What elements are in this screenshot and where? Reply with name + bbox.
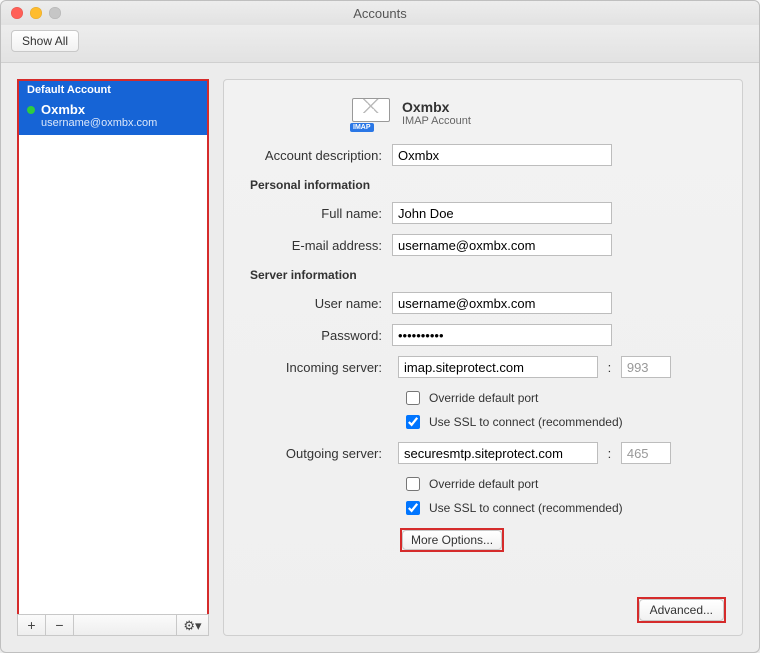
outgoing-options: Override default port Use SSL to connect…: [402, 474, 724, 518]
incoming-ssl-checkbox[interactable]: [406, 415, 420, 429]
port-separator: :: [604, 446, 615, 461]
account-title: Oxmbx: [402, 99, 471, 115]
port-separator: :: [604, 360, 615, 375]
plus-icon: +: [27, 617, 35, 633]
remove-account-button[interactable]: −: [46, 615, 74, 635]
incoming-use-ssl[interactable]: Use SSL to connect (recommended): [402, 412, 724, 432]
description-input[interactable]: [392, 144, 612, 166]
outgoing-port-input: [621, 442, 671, 464]
incoming-override-checkbox[interactable]: [406, 391, 420, 405]
imap-envelope-icon: IMAP: [352, 98, 390, 128]
add-account-button[interactable]: +: [18, 615, 46, 635]
advanced-button[interactable]: Advanced...: [639, 599, 724, 621]
outgoing-ssl-checkbox[interactable]: [406, 501, 420, 515]
full-name-input[interactable]: [392, 202, 612, 224]
incoming-server-input[interactable]: [398, 356, 598, 378]
content: Default Account Oxmbx username@oxmbx.com…: [1, 63, 759, 652]
server-section-title: Server information: [250, 268, 724, 282]
advanced-highlight: Advanced...: [639, 599, 724, 621]
outgoing-server-input[interactable]: [398, 442, 598, 464]
account-subtitle: IMAP Account: [402, 115, 471, 127]
description-label: Account description:: [242, 148, 392, 163]
incoming-options: Override default port Use SSL to connect…: [402, 388, 724, 432]
sidebar-account-email: username@oxmbx.com: [41, 117, 199, 129]
sidebar: Default Account Oxmbx username@oxmbx.com…: [17, 79, 209, 636]
imap-tag: IMAP: [350, 123, 374, 132]
close-icon[interactable]: [11, 7, 23, 19]
incoming-port-input: [621, 356, 671, 378]
incoming-override-port[interactable]: Override default port: [402, 388, 724, 408]
minus-icon: −: [55, 617, 63, 633]
use-ssl-label: Use SSL to connect (recommended): [429, 501, 623, 515]
email-label: E-mail address:: [242, 238, 392, 253]
password-label: Password:: [242, 328, 392, 343]
window-title: Accounts: [1, 6, 759, 21]
more-options-highlight: More Options...: [402, 530, 502, 550]
user-name-input[interactable]: [392, 292, 612, 314]
outgoing-server-label: Outgoing server:: [242, 446, 392, 461]
traffic-lights: [11, 7, 61, 19]
accounts-window: Accounts Show All Default Account Oxmbx …: [0, 0, 760, 653]
user-name-label: User name:: [242, 296, 392, 311]
outgoing-override-checkbox[interactable]: [406, 477, 420, 491]
sidebar-gear-button[interactable]: ⚙︎▾: [176, 615, 208, 635]
override-port-label: Override default port: [429, 477, 538, 491]
more-options-button[interactable]: More Options...: [402, 530, 502, 550]
override-port-label: Override default port: [429, 391, 538, 405]
gear-icon: ⚙︎▾: [183, 618, 201, 633]
sidebar-account-item[interactable]: Oxmbx username@oxmbx.com: [19, 99, 207, 135]
account-header: IMAP Oxmbx IMAP Account: [352, 98, 724, 128]
toolbar: Show All: [1, 25, 759, 63]
status-dot-icon: [27, 106, 35, 114]
show-all-button[interactable]: Show All: [11, 30, 79, 52]
use-ssl-label: Use SSL to connect (recommended): [429, 415, 623, 429]
minimize-icon[interactable]: [30, 7, 42, 19]
personal-section-title: Personal information: [250, 178, 724, 192]
password-input[interactable]: [392, 324, 612, 346]
sidebar-section-header: Default Account: [19, 81, 207, 99]
titlebar: Accounts: [1, 1, 759, 25]
accounts-list[interactable]: Default Account Oxmbx username@oxmbx.com: [17, 79, 209, 614]
zoom-icon[interactable]: [49, 7, 61, 19]
full-name-label: Full name:: [242, 206, 392, 221]
outgoing-override-port[interactable]: Override default port: [402, 474, 724, 494]
incoming-server-label: Incoming server:: [242, 360, 392, 375]
spacer: [74, 615, 176, 635]
outgoing-use-ssl[interactable]: Use SSL to connect (recommended): [402, 498, 724, 518]
account-detail-panel: IMAP Oxmbx IMAP Account Account descript…: [223, 79, 743, 636]
sidebar-account-name: Oxmbx: [41, 102, 85, 117]
sidebar-bottom-toolbar: + − ⚙︎▾: [17, 614, 209, 636]
email-input[interactable]: [392, 234, 612, 256]
